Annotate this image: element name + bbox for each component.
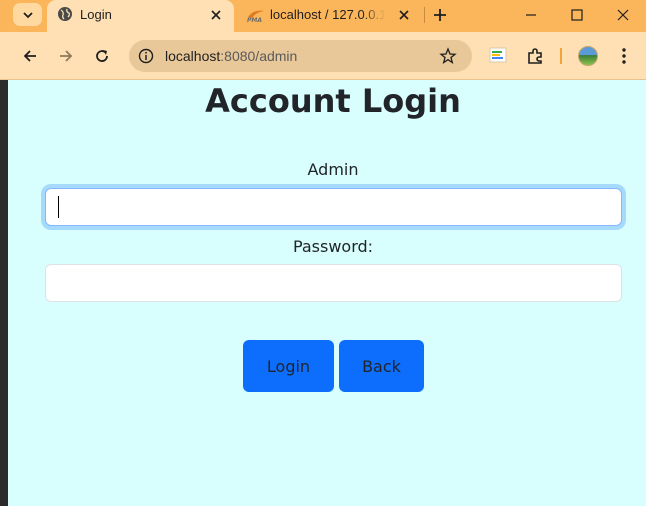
forward-arrow-icon[interactable] xyxy=(56,46,76,66)
chevron-down-icon xyxy=(22,11,33,18)
url-text: localhost:8080/admin xyxy=(165,48,297,64)
new-tab-icon[interactable] xyxy=(430,5,450,25)
login-button[interactable]: Login xyxy=(243,340,334,392)
minimize-icon[interactable] xyxy=(521,5,541,25)
globe-icon xyxy=(58,7,72,21)
reload-icon[interactable] xyxy=(92,46,112,66)
url-path: :8080/admin xyxy=(220,48,298,64)
profile-avatar[interactable] xyxy=(578,46,598,66)
text-caret xyxy=(58,196,59,218)
tab-title: localhost / 127.0.0.1 / xyxy=(270,7,385,22)
username-input[interactable] xyxy=(45,188,622,226)
password-input[interactable] xyxy=(45,264,622,302)
svg-text:PMA: PMA xyxy=(247,17,262,23)
bookmark-star-icon[interactable] xyxy=(439,47,457,65)
back-arrow-icon[interactable] xyxy=(20,46,40,66)
password-label: Password: xyxy=(292,237,374,256)
menu-dots-icon[interactable] xyxy=(614,46,634,66)
maximize-icon[interactable] xyxy=(567,5,587,25)
tab-phpmyadmin[interactable]: PMA localhost / 127.0.0.1 / xyxy=(240,0,420,32)
extensions-puzzle-icon[interactable] xyxy=(525,46,545,66)
page-title: Account Login xyxy=(205,82,461,120)
tab-separator xyxy=(424,7,425,23)
toolbar-divider xyxy=(560,48,562,64)
close-icon[interactable] xyxy=(395,6,413,24)
tab-strip: Login PMA localhost / 127.0.0.1 / xyxy=(0,0,646,32)
tab-search-button[interactable] xyxy=(13,3,42,26)
page-content: Account Login Admin Password: Login Back xyxy=(0,80,646,506)
browser-toolbar: localhost:8080/admin xyxy=(0,32,646,80)
tab-title: Login xyxy=(80,7,112,22)
close-window-icon[interactable] xyxy=(613,5,633,25)
url-host: localhost xyxy=(165,48,221,64)
window-edge xyxy=(0,80,8,506)
tab-login[interactable]: Login xyxy=(47,0,234,32)
phpmyadmin-icon: PMA xyxy=(247,10,264,23)
extension-bars-icon[interactable] xyxy=(489,46,507,64)
back-button[interactable]: Back xyxy=(339,340,424,392)
address-bar[interactable]: localhost:8080/admin xyxy=(129,40,472,72)
close-icon[interactable] xyxy=(207,6,225,24)
username-label: Admin xyxy=(307,160,359,179)
site-info-icon[interactable] xyxy=(138,48,154,64)
